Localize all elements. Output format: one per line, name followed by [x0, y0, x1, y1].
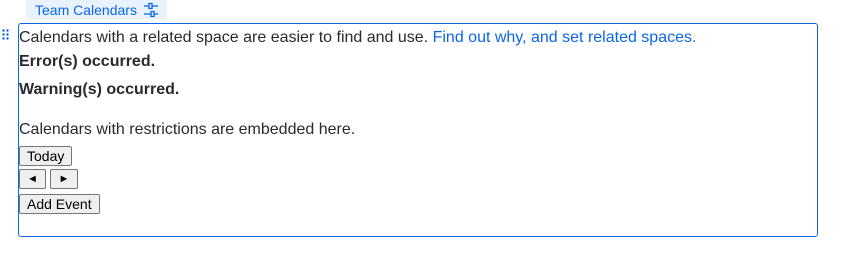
macro-tab[interactable]: Team Calendars — [26, 0, 167, 19]
next-button[interactable]: ► — [50, 169, 78, 189]
warning-message: Warning(s) occurred. — [19, 81, 180, 98]
related-space-info: Calendars with a related space are easie… — [19, 28, 696, 48]
drag-handle-icon[interactable] — [1, 28, 11, 42]
add-event-button[interactable]: Add Event — [19, 194, 100, 214]
drag-handle-dots — [2, 29, 9, 40]
macro-tab-label: Team Calendars — [35, 1, 137, 18]
error-message: Error(s) occurred. — [19, 53, 156, 70]
sliders-icon-graphic — [143, 2, 158, 17]
restrictions-message: Calendars with restrictions are embedded… — [19, 121, 356, 138]
sliders-icon[interactable] — [143, 2, 159, 18]
previous-button[interactable]: ◄ — [19, 169, 46, 189]
set-related-spaces-link[interactable]: Find out why, and set related spaces. — [433, 29, 697, 46]
team-calendars-macro[interactable]: Calendars with a related space are easie… — [18, 23, 818, 237]
today-button[interactable]: Today — [19, 146, 73, 166]
related-space-info-text: Calendars with a related space are easie… — [19, 29, 429, 46]
